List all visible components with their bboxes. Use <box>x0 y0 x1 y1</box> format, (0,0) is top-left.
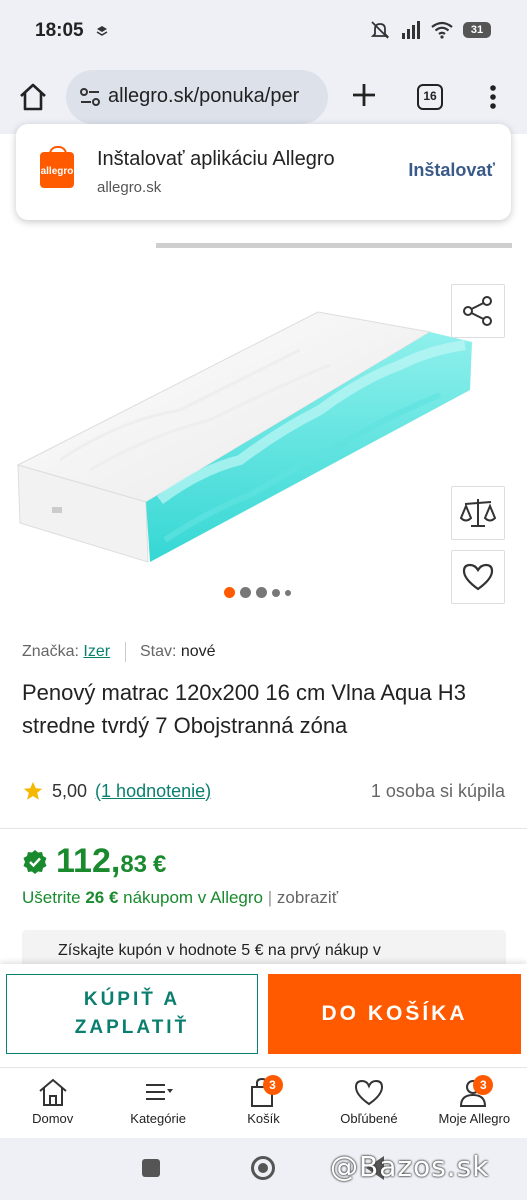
nav-categories[interactable]: Kategórie <box>105 1068 210 1138</box>
nav-cart[interactable]: 3 Košík <box>211 1068 316 1138</box>
nav-label: Domov <box>32 1111 74 1126</box>
recents-icon[interactable] <box>142 1159 160 1177</box>
allegro-app-icon: allegro <box>40 146 74 188</box>
product-meta: Značka: Izer Stav: nové <box>22 642 216 662</box>
compare-button[interactable] <box>451 486 505 540</box>
home-icon[interactable] <box>18 82 48 112</box>
install-banner-domain: allegro.sk <box>97 179 162 196</box>
nav-label: Košík <box>247 1111 280 1126</box>
gallery-dot-active[interactable] <box>224 587 235 598</box>
nav-home[interactable]: Domov <box>0 1068 105 1138</box>
brand-link[interactable]: Izer <box>83 643 110 660</box>
home-icon <box>39 1078 67 1106</box>
meta-divider <box>124 642 126 662</box>
gallery-dot[interactable] <box>240 587 251 598</box>
divider <box>0 828 527 829</box>
watermark: @Bazos.sk <box>330 1150 490 1183</box>
save-suffix: nákupom v Allegro <box>123 888 264 907</box>
product-title: Penový matrac 120x200 16 cm Vlna Aqua H3… <box>22 680 466 738</box>
share-icon <box>463 296 492 326</box>
status-time: 18:05 <box>35 20 84 41</box>
heart-icon <box>462 563 494 591</box>
save-prefix: Ušetrite <box>22 888 81 907</box>
install-app-banner[interactable]: allegro Inštalovať aplikáciu Allegro all… <box>16 124 511 220</box>
nav-label: Moje Allegro <box>438 1111 511 1126</box>
nav-label: Obľúbené <box>340 1111 398 1126</box>
bought-count: 1 osoba si kúpila <box>370 781 505 801</box>
site-settings-icon[interactable] <box>78 85 102 109</box>
wifi-icon <box>431 21 453 39</box>
condition-value: nové <box>180 643 216 661</box>
gallery-dot[interactable] <box>272 588 280 597</box>
save-amount: 26 € <box>85 888 119 907</box>
share-button[interactable] <box>451 284 505 338</box>
product-image[interactable] <box>0 270 527 600</box>
price-currency: € <box>153 851 167 878</box>
android-system-nav: @Bazos.sk <box>0 1138 527 1200</box>
gallery-dot[interactable] <box>285 589 291 596</box>
favorite-button[interactable] <box>451 550 505 604</box>
show-savings-link[interactable]: zobraziť <box>277 888 338 907</box>
status-icons: 31 <box>369 20 491 40</box>
heart-icon <box>354 1079 383 1106</box>
account-icon-wrap: 3 <box>457 1075 494 1107</box>
new-tab-icon[interactable] <box>349 80 379 110</box>
home-system-icon[interactable] <box>251 1156 275 1180</box>
install-banner-title: Inštalovať aplikáciu Allegro <box>97 148 335 170</box>
cart-badge: 3 <box>262 1075 283 1095</box>
reviews-link[interactable]: (1 hodnotenie) <box>95 781 211 802</box>
gallery-scroll-indicator <box>156 243 512 248</box>
breadcrumb <box>22 222 272 230</box>
brand-label: Značka: <box>22 643 79 661</box>
verified-badge-icon <box>23 849 47 874</box>
price-row: 112,83 € <box>22 842 166 881</box>
buy-bar: KÚPIŤ A ZAPLATIŤ DO KOŠÍKA <box>0 964 527 1067</box>
gallery-dot[interactable] <box>256 587 267 598</box>
categories-icon <box>146 1084 174 1100</box>
nav-label: Kategórie <box>130 1111 186 1126</box>
status-bar: 18:05 31 <box>0 0 527 62</box>
nav-my-allegro[interactable]: 3 Moje Allegro <box>422 1068 527 1138</box>
scale-icon <box>459 499 497 527</box>
cart-icon-wrap: 3 <box>247 1075 283 1107</box>
star-icon <box>23 781 43 800</box>
price-cents: 83 <box>120 851 148 878</box>
bottom-nav: Domov Kategórie 3 Košík Obľúbené 3 Moje … <box>0 1067 527 1138</box>
save-separator: | <box>267 888 273 907</box>
signal-icon <box>402 21 420 39</box>
url-text[interactable]: allegro.sk/ponuka/per <box>108 85 320 108</box>
more-menu-icon[interactable] <box>483 82 503 112</box>
rating-value: 5,00 <box>52 780 88 801</box>
battery-icon: 31 <box>463 22 491 38</box>
tab-switcher-button[interactable]: 16 <box>417 84 443 110</box>
layers-icon <box>96 26 108 36</box>
buy-now-button[interactable]: KÚPIŤ A ZAPLATIŤ <box>6 974 258 1054</box>
mute-icon <box>370 21 390 39</box>
add-to-cart-button[interactable]: DO KOŠÍKA <box>268 974 521 1054</box>
coupon-text: Získajte kupón v hodnote 5 € na prvý nák… <box>58 942 381 959</box>
gallery-pagination[interactable] <box>224 587 291 598</box>
nav-favorites[interactable]: Obľúbené <box>316 1068 421 1138</box>
price-integer: 112, <box>56 842 121 880</box>
savings-row: Ušetrite 26 € nákupom v Allegro | zobraz… <box>22 888 338 908</box>
url-bar[interactable]: allegro.sk/ponuka/per <box>66 70 328 124</box>
rating-row: 5,00 (1 hodnotenie) <box>22 780 211 802</box>
condition-label: Stav: <box>139 643 177 661</box>
install-button[interactable]: Inštalovať <box>408 160 495 181</box>
